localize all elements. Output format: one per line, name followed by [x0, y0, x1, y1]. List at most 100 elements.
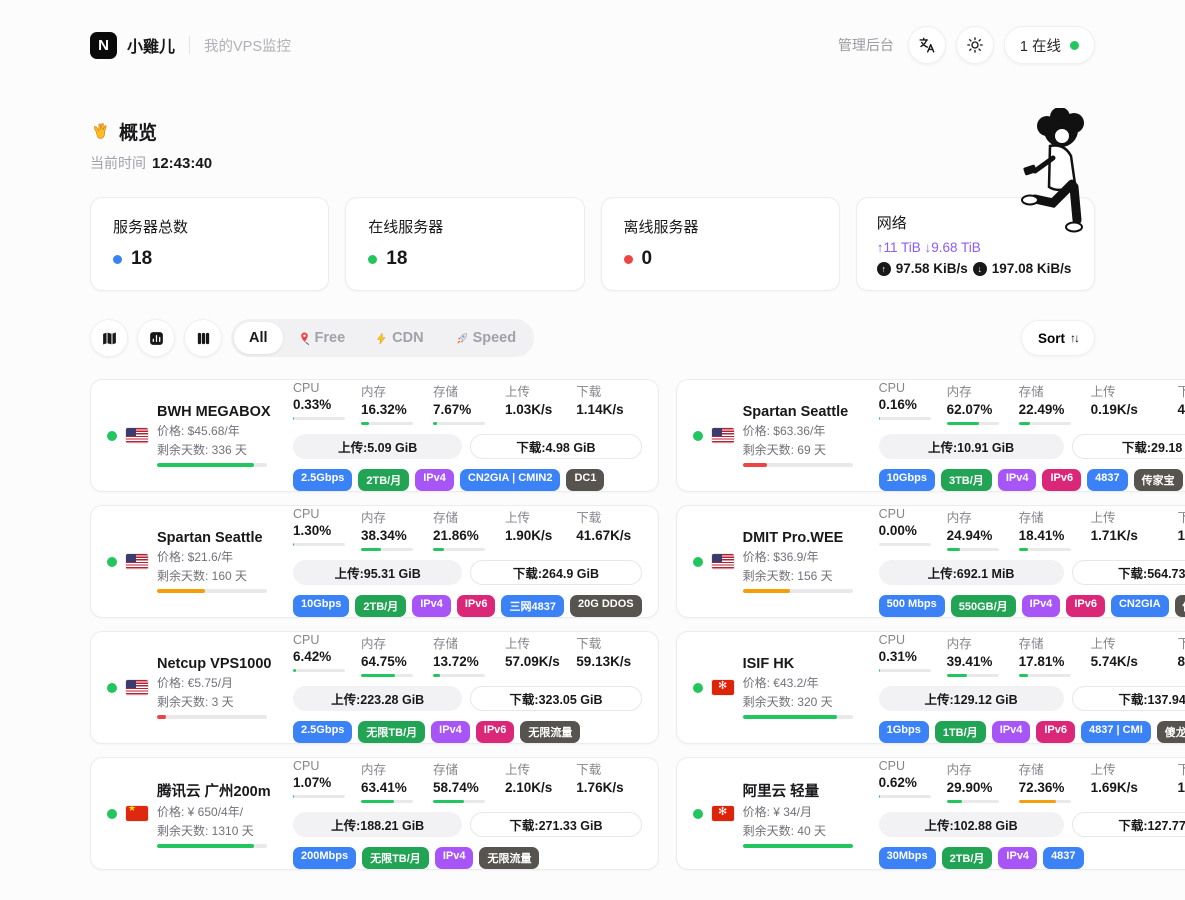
stat-col-upload: 上传2.10K/s — [505, 759, 570, 803]
tab-free-label: Free — [315, 330, 346, 346]
stat-col-memory: 内存39.41% — [947, 633, 1013, 677]
server-card[interactable]: Spartan Seattle 价格: $21.6/年 剩余天数: 160 天 … — [90, 505, 659, 618]
bar-chart-icon — [148, 330, 165, 347]
server-tag: IPv6 — [1036, 721, 1075, 743]
flag-us-icon — [126, 680, 148, 695]
network-upload-speed: 97.58 KiB/s — [896, 261, 968, 276]
server-tag: IPv6 — [1042, 469, 1081, 491]
tab-cdn-label: CDN — [392, 330, 423, 346]
download-total-pill: 下载:264.9 GiB — [470, 560, 641, 585]
server-days-left: 剩余天数: 1310 天 — [157, 822, 271, 839]
flag-us-icon — [712, 428, 734, 443]
server-price: 价格: $63.36/年 — [743, 422, 853, 439]
server-card[interactable]: BWH MEGABOX 价格: $45.68/年 剩余天数: 336 天 CPU… — [90, 379, 659, 492]
tab-free[interactable]: Free — [283, 322, 361, 354]
server-tag: 傻龙联名 — [1157, 721, 1185, 743]
flag-us-icon — [712, 554, 734, 569]
stat-status-dot — [624, 255, 633, 264]
stat-col-disk: 存储18.41% — [1019, 507, 1085, 551]
server-tag: 200Mbps — [293, 847, 356, 869]
server-tag: 2.5Gbps — [293, 721, 352, 743]
server-tag: IPv6 — [1066, 595, 1105, 617]
server-tag: 传家宝 — [1134, 469, 1183, 491]
summary-stat-card: 离线服务器 0 — [601, 197, 840, 291]
server-card[interactable]: 阿里云 轻量 价格: ¥ 34/月 剩余天数: 40 天 CPU0.62% 内存… — [676, 757, 1185, 870]
server-tag: DC1 — [566, 469, 604, 491]
stat-col-memory: 内存24.94% — [947, 507, 1013, 551]
download-total-pill: 下载:137.94 GiB — [1072, 686, 1185, 711]
app-logo[interactable]: N — [90, 32, 117, 59]
server-card[interactable]: 腾讯云 广州200m 价格: ¥ 650/4年/ 剩余天数: 1310 天 CP… — [90, 757, 659, 870]
server-name: ISIF HK — [743, 656, 853, 672]
server-status-dot — [107, 431, 117, 441]
download-total-pill: 下载:271.33 GiB — [470, 812, 641, 837]
translate-icon — [917, 36, 936, 55]
stat-col-disk: 存储7.67% — [433, 381, 499, 425]
flag-cn-icon — [126, 806, 148, 821]
server-name: DMIT Pro.WEE — [743, 530, 853, 546]
map-view-button[interactable] — [90, 319, 128, 357]
server-tag: 10Gbps — [879, 469, 935, 491]
stat-col-disk: 存储17.81% — [1019, 633, 1085, 677]
sort-button[interactable]: Sort ↑↓ — [1021, 320, 1095, 356]
stat-col-download: 下载41.67K/s — [576, 507, 641, 551]
page-title: 概览 — [119, 118, 157, 145]
server-tag: 2TB/月 — [942, 847, 993, 869]
tab-cdn[interactable]: CDN — [360, 322, 438, 354]
server-name: 阿里云 轻量 — [743, 780, 853, 801]
server-card[interactable]: DMIT Pro.WEE 价格: $36.9/年 剩余天数: 156 天 CPU… — [676, 505, 1185, 618]
stat-col-disk: 存储58.74% — [433, 759, 499, 803]
server-card[interactable]: Spartan Seattle 价格: $63.36/年 剩余天数: 69 天 … — [676, 379, 1185, 492]
server-card[interactable]: ISIF HK 价格: €43.2/年 剩余天数: 320 天 CPU0.31%… — [676, 631, 1185, 744]
server-tag: IPv4 — [998, 847, 1037, 869]
server-tag: IPv4 — [435, 847, 474, 869]
upload-total-pill: 上传:692.1 MiB — [879, 560, 1064, 585]
stat-card-label: 服务器总数 — [113, 216, 306, 237]
server-tag: 30Mbps — [879, 847, 936, 869]
column-view-button[interactable] — [184, 319, 222, 357]
days-progress-bar — [157, 463, 267, 467]
stat-col-cpu: CPU0.16% — [879, 381, 941, 425]
server-days-left: 剩余天数: 320 天 — [743, 693, 853, 710]
chart-view-button[interactable] — [137, 319, 175, 357]
stat-col-memory: 内存64.75% — [361, 633, 427, 677]
category-tabs: All Free CDN Speed — [231, 319, 534, 357]
server-tag: 20G DDOS — [570, 595, 642, 617]
server-tags-row: 10Gbps3TB/月IPv4IPv64837传家宝20G DDoS — [879, 469, 1185, 491]
theme-toggle-button[interactable] — [956, 26, 994, 64]
language-switch-button[interactable] — [908, 26, 946, 64]
download-total-pill: 下载:323.05 GiB — [470, 686, 641, 711]
network-summary-card: 网络 ↑11 TiB ↓9.68 TiB 97.58 KiB/s 197.08 … — [856, 197, 1095, 291]
server-tag: 三网4837 — [501, 595, 563, 617]
stat-col-upload: 上传1.03K/s — [505, 381, 570, 425]
stat-col-download: 下载1.26K/s — [1177, 507, 1185, 551]
top-bar: N 小雞儿 我的VPS监控 管理后台 1 在线 — [0, 0, 1185, 64]
summary-stat-card: 服务器总数 18 — [90, 197, 329, 291]
tab-all-label: All — [249, 330, 268, 346]
server-tags-row: 1Gbps1TB/月IPv4IPv64837 | CMI傻龙联名 — [879, 721, 1185, 743]
stat-col-memory: 内存29.90% — [947, 759, 1013, 803]
tab-all[interactable]: All — [234, 322, 283, 354]
server-tag: 4837 — [1087, 469, 1127, 491]
server-tags-row: 2.5Gbps无限TB/月IPv4IPv6无限流量 — [293, 721, 642, 743]
online-status-dot — [1070, 41, 1079, 50]
server-name: 腾讯云 广州200m — [157, 780, 271, 801]
brand-divider — [189, 36, 190, 54]
server-status-dot — [693, 431, 703, 441]
stat-status-dot — [113, 255, 122, 264]
network-card-title: 网络 — [877, 212, 1074, 233]
stat-col-download: 下载1.14K/s — [1177, 759, 1185, 803]
columns-icon — [195, 330, 212, 347]
stat-col-upload: 上传5.74K/s — [1091, 633, 1172, 677]
upload-total-pill: 上传:223.28 GiB — [293, 686, 462, 711]
tab-speed[interactable]: Speed — [439, 322, 532, 354]
flag-hk-icon — [712, 806, 734, 821]
server-card[interactable]: Netcup VPS1000 价格: €5.75/月 剩余天数: 3 天 CPU… — [90, 631, 659, 744]
online-visitors-badge[interactable]: 1 在线 — [1004, 26, 1095, 64]
admin-panel-link[interactable]: 管理后台 — [838, 35, 894, 55]
download-total-pill: 下载:127.77 GiB — [1072, 812, 1185, 837]
days-progress-bar — [157, 844, 267, 848]
sun-icon — [966, 36, 984, 54]
server-name: Spartan Seattle — [157, 530, 267, 546]
server-tags-row: 2.5Gbps2TB/月IPv4CN2GIA | CMIN2DC1 — [293, 469, 642, 491]
